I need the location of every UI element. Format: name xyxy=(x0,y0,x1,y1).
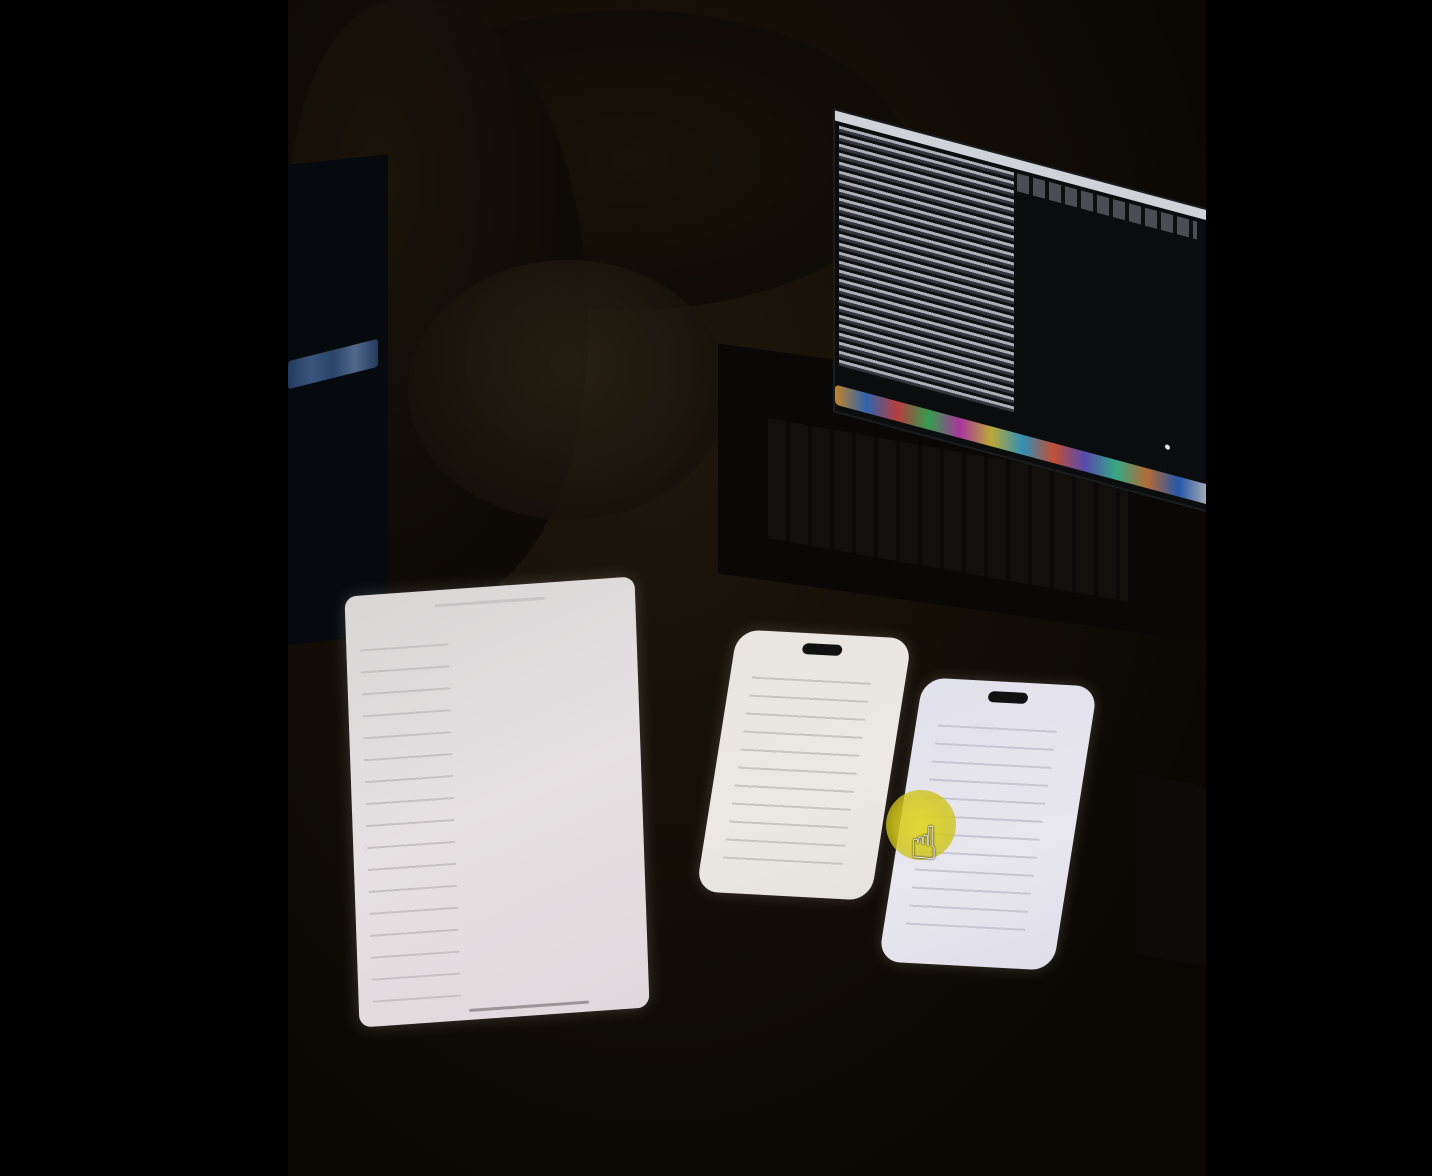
tablet-title-bar xyxy=(434,596,546,608)
tablet xyxy=(344,576,650,1028)
phone-left-dynamic-island xyxy=(801,642,843,657)
tablet-list xyxy=(359,629,461,1007)
video-frame: ☝ xyxy=(0,0,1432,1176)
couch-cushion-center xyxy=(408,260,728,520)
phone-left-list xyxy=(721,664,873,873)
phone-left xyxy=(695,629,913,901)
phone-right-dynamic-island xyxy=(987,690,1029,705)
laptop-pointer xyxy=(1165,443,1170,451)
tablet-home-indicator xyxy=(469,1000,590,1012)
left-laptop xyxy=(288,154,388,646)
photo: ☝ xyxy=(288,0,1206,1176)
pointing-hand-cursor-icon: ☝ xyxy=(910,816,939,870)
edge-device xyxy=(1136,773,1206,967)
laptop-file-list xyxy=(839,125,1014,413)
